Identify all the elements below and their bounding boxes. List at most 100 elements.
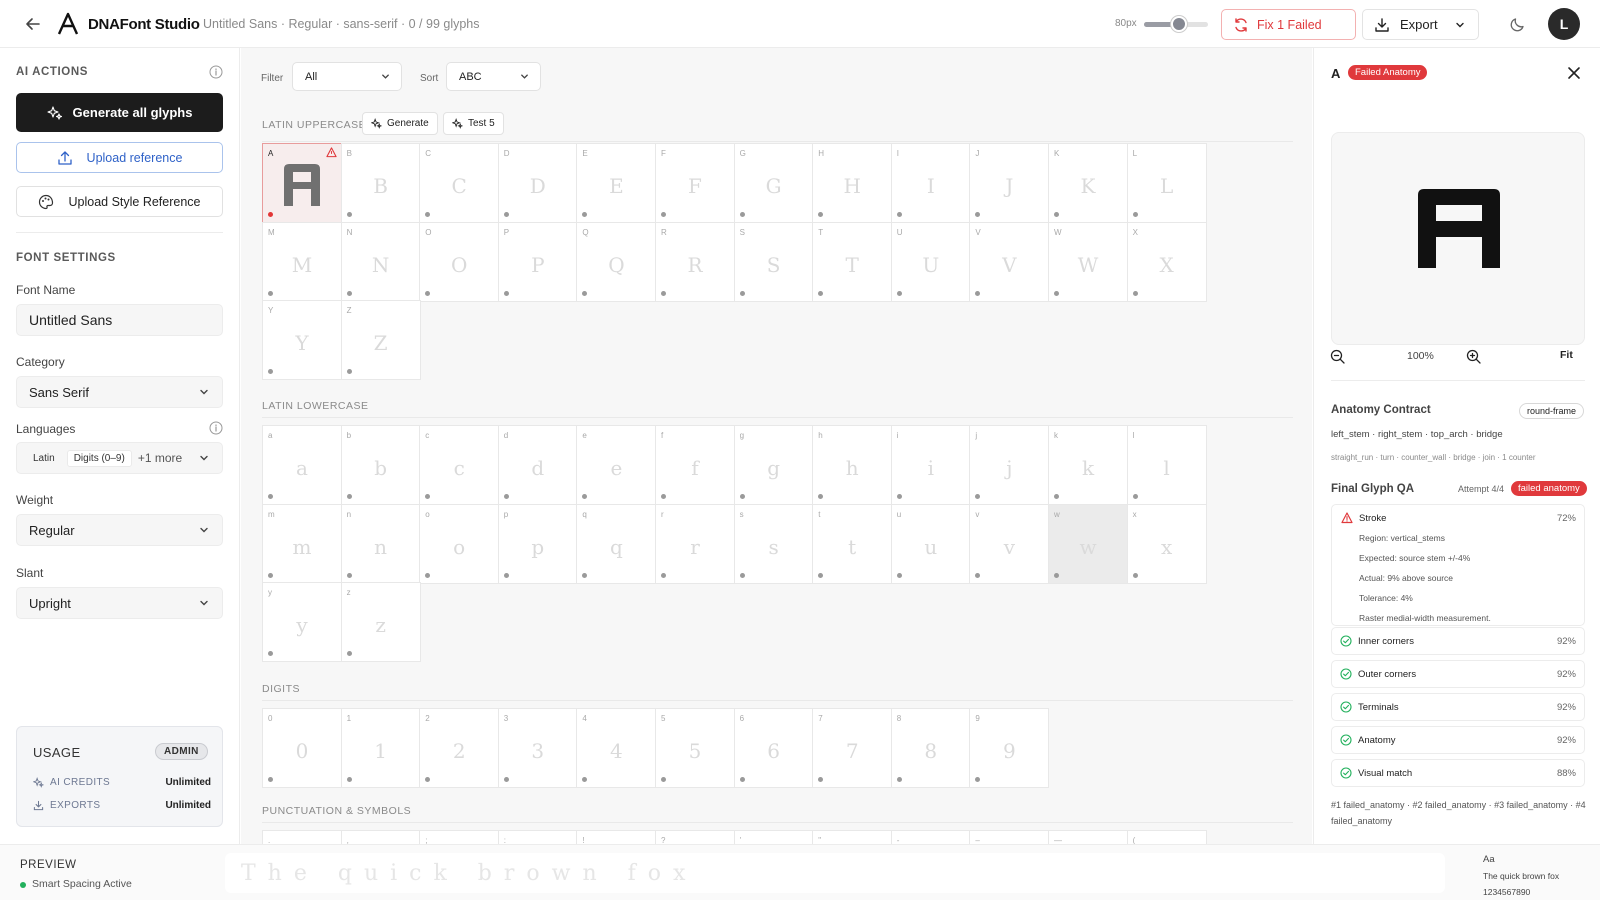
qa-check-row[interactable]: Inner corners 92%: [1331, 627, 1585, 655]
glyph-cell[interactable]: WW: [1048, 221, 1128, 302]
glyph-cell[interactable]: xx: [1126, 503, 1207, 584]
font-name-field[interactable]: [16, 304, 223, 336]
glyph-cell[interactable]: !!: [576, 830, 657, 844]
glyph-cell[interactable]: ..: [262, 830, 342, 844]
glyph-cell[interactable]: 88: [890, 708, 971, 788]
slant-select[interactable]: Upright: [16, 587, 223, 619]
glyph-cell[interactable]: JJ: [969, 143, 1050, 223]
fix-failed-button[interactable]: Fix 1 Failed: [1221, 9, 1356, 40]
preview-size-slider[interactable]: [1144, 16, 1208, 32]
glyph-cell[interactable]: cc: [419, 425, 500, 505]
upload-style-reference-button[interactable]: Upload Style Reference: [16, 186, 223, 217]
glyph-cell[interactable]: uu: [890, 503, 971, 584]
theme-toggle-button[interactable]: [1508, 14, 1528, 34]
preview-text-field[interactable]: The quick brown fox: [225, 853, 1445, 893]
glyph-cell[interactable]: tt: [812, 503, 893, 584]
glyph-cell[interactable]: BB: [340, 143, 421, 223]
info-icon[interactable]: [209, 421, 223, 435]
glyph-cell[interactable]: 00: [262, 708, 342, 788]
glyph-cell[interactable]: mm: [262, 503, 342, 584]
glyph-cell[interactable]: '': [733, 830, 814, 844]
glyph-cell[interactable]: NN: [340, 221, 421, 302]
glyph-cell[interactable]: 22: [419, 708, 500, 788]
glyph-cell[interactable]: zz: [340, 582, 421, 663]
glyph-cell[interactable]: DD: [497, 143, 578, 223]
glyph-cell[interactable]: oo: [419, 503, 500, 584]
glyph-cell[interactable]: UU: [890, 221, 971, 302]
glyph-cell[interactable]: --: [890, 830, 971, 844]
glyph-cell[interactable]: RR: [655, 221, 735, 302]
back-button[interactable]: [22, 13, 44, 35]
glyph-cell[interactable]: bb: [340, 425, 421, 505]
glyph-cell[interactable]: "": [812, 830, 893, 844]
qa-check-row[interactable]: Anatomy 92%: [1331, 726, 1585, 754]
upload-reference-button[interactable]: Upload reference: [16, 142, 223, 173]
glyph-cell[interactable]: EE: [576, 143, 657, 223]
glyph-cell[interactable]: kk: [1048, 425, 1128, 505]
glyph-cell[interactable]: KK: [1048, 143, 1128, 223]
glyph-cell[interactable]: QQ: [576, 221, 657, 302]
glyph-cell[interactable]: qq: [576, 503, 657, 584]
glyph-cell[interactable]: ll: [1126, 425, 1207, 505]
glyph-cell[interactable]: ——: [1048, 830, 1128, 844]
qa-check-row[interactable]: Outer corners 92%: [1331, 660, 1585, 688]
font-name-input[interactable]: [29, 312, 210, 328]
glyph-cell[interactable]: 55: [655, 708, 735, 788]
glyph-cell[interactable]: 77: [812, 708, 893, 788]
languages-select[interactable]: Latin Digits (0–9) +1 more: [16, 442, 223, 474]
zoom-in-icon[interactable]: [1466, 349, 1481, 364]
weight-select[interactable]: Regular: [16, 514, 223, 546]
glyph-cell[interactable]: hh: [812, 425, 893, 505]
generate-all-glyphs-button[interactable]: Generate all glyphs: [16, 93, 223, 132]
glyph-cell[interactable]: ii: [890, 425, 971, 505]
glyph-cell[interactable]: aa: [262, 425, 342, 505]
glyph-cell[interactable]: yy: [262, 582, 342, 663]
glyph-cell[interactable]: VV: [969, 221, 1050, 302]
glyph-cell[interactable]: 33: [497, 708, 578, 788]
glyph-cell[interactable]: ww: [1048, 503, 1128, 584]
glyph-cell[interactable]: nn: [340, 503, 421, 584]
glyph-cell[interactable]: TT: [812, 221, 893, 302]
glyph-cell[interactable]: ee: [576, 425, 657, 505]
glyph-cell[interactable]: ((: [1126, 830, 1207, 844]
close-panel-button[interactable]: [1567, 66, 1581, 80]
fit-button[interactable]: Fit: [1560, 349, 1573, 361]
glyph-cell[interactable]: 44: [576, 708, 657, 788]
zoom-out-icon[interactable]: [1330, 349, 1345, 364]
glyph-cell[interactable]: 66: [733, 708, 814, 788]
generate-section-button[interactable]: Generate: [362, 112, 438, 135]
glyph-cell[interactable]: 11: [340, 708, 421, 788]
qa-check-row[interactable]: Visual match 88%: [1331, 759, 1585, 787]
glyph-cell[interactable]: YY: [262, 300, 342, 381]
glyph-cell[interactable]: ff: [655, 425, 735, 505]
glyph-cell[interactable]: ZZ: [340, 300, 421, 381]
glyph-cell[interactable]: pp: [497, 503, 578, 584]
filter-select[interactable]: All: [292, 62, 402, 91]
sort-select[interactable]: ABC: [446, 62, 541, 91]
glyph-cell[interactable]: ,,: [340, 830, 421, 844]
glyph-cell[interactable]: FF: [655, 143, 735, 223]
glyph-cell[interactable]: SS: [733, 221, 814, 302]
slider-thumb[interactable]: [1171, 16, 1188, 32]
glyph-cell[interactable]: dd: [497, 425, 578, 505]
glyph-cell[interactable]: II: [890, 143, 971, 223]
glyph-cell[interactable]: ss: [733, 503, 814, 584]
glyph-cell[interactable]: ??: [655, 830, 735, 844]
glyph-cell[interactable]: LL: [1126, 143, 1207, 223]
glyph-cell[interactable]: rr: [655, 503, 735, 584]
glyph-cell[interactable]: ;;: [419, 830, 500, 844]
glyph-cell[interactable]: MM: [262, 221, 342, 302]
glyph-cell[interactable]: gg: [733, 425, 814, 505]
glyph-cell[interactable]: PP: [497, 221, 578, 302]
glyph-cell[interactable]: OO: [419, 221, 500, 302]
test-section-button[interactable]: Test 5: [443, 112, 504, 135]
export-button[interactable]: Export: [1362, 9, 1479, 40]
user-avatar[interactable]: L: [1548, 8, 1580, 40]
glyph-cell[interactable]: ::: [497, 830, 578, 844]
category-select[interactable]: Sans Serif: [16, 376, 223, 408]
glyph-cell[interactable]: 99: [969, 708, 1050, 788]
qa-check-row[interactable]: Terminals 92%: [1331, 693, 1585, 721]
glyph-cell[interactable]: CC: [419, 143, 500, 223]
glyph-cell[interactable]: ––: [969, 830, 1050, 844]
stroke-check-card[interactable]: Stroke 72% Region: vertical_stems Expect…: [1331, 504, 1585, 626]
